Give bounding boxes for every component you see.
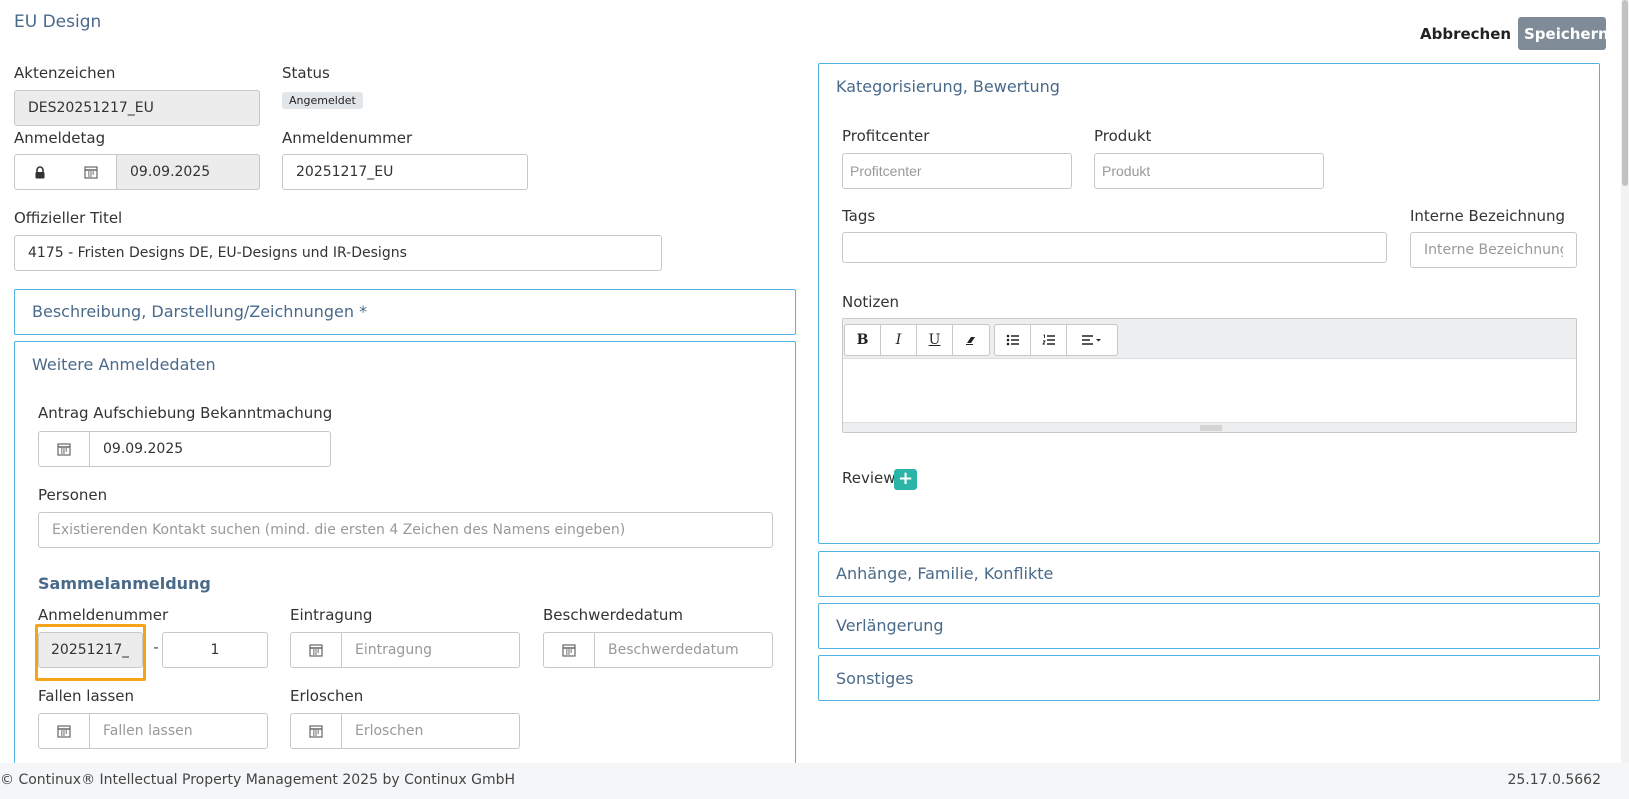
produkt-input[interactable] (1094, 153, 1324, 189)
kategorisierung-panel-title[interactable]: Kategorisierung, Bewertung (836, 77, 1060, 96)
sammel-anmeldenummer-label: Anmeldenummer (38, 606, 169, 624)
underline-button[interactable]: U (917, 325, 953, 355)
anhaenge-panel-title: Anhänge, Familie, Konflikte (836, 564, 1054, 583)
sonstiges-panel[interactable]: Sonstiges (818, 655, 1600, 701)
antrag-calendar-button[interactable] (38, 431, 90, 467)
align-left-icon (1082, 335, 1101, 345)
tags-input[interactable] (842, 232, 1387, 263)
format-button-group: B I U (844, 324, 990, 356)
erloschen-calendar-button[interactable] (290, 713, 342, 749)
aktenzeichen-label: Aktenzeichen (14, 64, 116, 82)
personen-search-input[interactable] (38, 512, 773, 548)
unordered-list-button[interactable] (995, 325, 1031, 355)
bold-button[interactable]: B (845, 325, 881, 355)
review-label: Review (842, 469, 896, 487)
fallen-calendar-button[interactable] (38, 713, 90, 749)
lock-toggle[interactable] (14, 154, 66, 190)
calendar-icon (57, 725, 71, 738)
interne-bezeichnung-label: Interne Bezeichnung (1410, 207, 1566, 225)
save-button[interactable]: Speichern (1518, 17, 1609, 50)
calendar-icon (562, 644, 576, 657)
bullet-list-icon (1006, 334, 1019, 346)
anmeldenummer-field[interactable] (282, 154, 528, 190)
eraser-icon (966, 337, 975, 345)
profitcenter-input[interactable] (842, 153, 1072, 189)
status-badge: Angemeldet (282, 92, 363, 109)
produkt-label: Produkt (1094, 127, 1152, 145)
verlaengerung-panel[interactable]: Verlängerung (818, 603, 1600, 649)
footer-version: 25.17.0.5662 (1507, 772, 1601, 788)
tags-label: Tags (842, 207, 876, 225)
beschwerde-field[interactable] (594, 632, 773, 668)
scrollbar-thumb[interactable] (1622, 0, 1628, 186)
anmeldetag-calendar-button[interactable] (65, 154, 117, 190)
interne-bezeichnung-input[interactable] (1410, 232, 1577, 268)
titel-field[interactable] (14, 235, 662, 271)
clear-format-button[interactable] (953, 325, 989, 355)
titel-label: Offizieller Titel (14, 209, 123, 227)
personen-label: Personen (38, 486, 108, 504)
cancel-button[interactable]: Abbrechen (1420, 21, 1511, 47)
anhaenge-panel[interactable]: Anhänge, Familie, Konflikte (818, 551, 1600, 597)
ordered-list-button[interactable] (1031, 325, 1067, 355)
weitere-panel-title[interactable]: Weitere Anmeldedaten (32, 355, 216, 374)
antrag-field[interactable] (89, 431, 331, 467)
sammelanmeldung-heading: Sammelanmeldung (38, 574, 211, 593)
page-title: EU Design (14, 12, 102, 32)
calendar-icon (83, 166, 98, 179)
numbered-list-icon (1041, 334, 1055, 345)
eintragung-calendar-button[interactable] (290, 632, 342, 668)
editor-toolbar: B I U (843, 319, 1576, 359)
list-button-group (994, 324, 1118, 356)
grip-icon (1200, 425, 1222, 431)
anmeldetag-field[interactable] (116, 154, 260, 190)
antrag-label: Antrag Aufschiebung Bekanntmachung (38, 404, 333, 422)
erloschen-label: Erloschen (290, 687, 364, 705)
align-dropdown-button[interactable] (1067, 325, 1117, 355)
calendar-icon (309, 725, 323, 738)
kategorisierung-panel: Kategorisierung, Bewertung (818, 63, 1600, 544)
beschreibung-panel-title: Beschreibung, Darstellung/Zeichnungen * (32, 302, 368, 321)
sonstiges-panel-title: Sonstiges (836, 669, 914, 688)
anmeldetag-label: Anmeldetag (14, 129, 106, 147)
sammel-anmeldenummer-field[interactable] (38, 632, 143, 668)
verlaengerung-panel-title: Verlängerung (836, 616, 944, 635)
editor-resize-handle[interactable] (843, 422, 1576, 432)
beschwerde-label: Beschwerdedatum (543, 606, 683, 624)
erloschen-field[interactable] (341, 713, 520, 749)
eintragung-label: Eintragung (290, 606, 373, 624)
footer: © Continux® Intellectual Property Manage… (0, 763, 1629, 799)
sammel-index-field[interactable] (162, 632, 268, 668)
eintragung-field[interactable] (341, 632, 520, 668)
fallen-field[interactable] (89, 713, 268, 749)
status-label: Status (282, 64, 330, 82)
profitcenter-label: Profitcenter (842, 127, 930, 145)
beschreibung-panel[interactable]: Beschreibung, Darstellung/Zeichnungen * (14, 289, 796, 335)
calendar-icon (309, 644, 323, 657)
lock-icon (35, 165, 45, 178)
beschwerde-calendar-button[interactable] (543, 632, 595, 668)
notizen-label: Notizen (842, 293, 900, 311)
aktenzeichen-field[interactable] (14, 90, 260, 126)
footer-copyright: © Continux® Intellectual Property Manage… (0, 772, 516, 788)
notizen-editor[interactable]: B I U (842, 318, 1577, 433)
add-review-button[interactable]: + (894, 469, 917, 490)
fallen-label: Fallen lassen (38, 687, 135, 705)
italic-button[interactable]: I (881, 325, 917, 355)
calendar-icon (57, 443, 71, 456)
anmeldenummer-label: Anmeldenummer (282, 129, 413, 147)
